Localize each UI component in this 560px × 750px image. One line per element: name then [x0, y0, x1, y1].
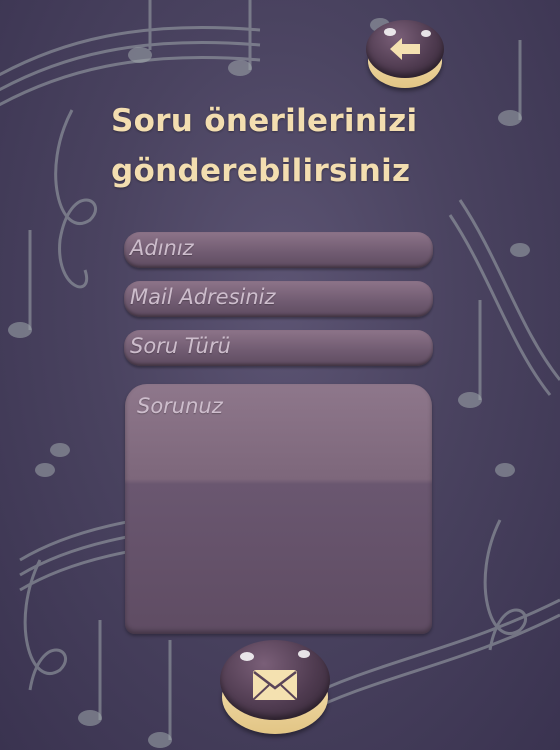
- send-button[interactable]: [220, 640, 330, 734]
- question-type-field[interactable]: Soru Türü: [124, 330, 433, 366]
- name-placeholder: Adınız: [130, 236, 194, 260]
- name-field[interactable]: Adınız: [124, 232, 433, 268]
- title-line-1: Soru önerilerinizi: [111, 103, 418, 139]
- email-placeholder: Mail Adresiniz: [130, 285, 276, 309]
- page-title: Soru önerilerinizi gönderebilirsiniz: [111, 96, 451, 196]
- question-type-placeholder: Soru Türü: [130, 334, 231, 358]
- back-button[interactable]: [366, 20, 444, 88]
- question-placeholder: Sorunuz: [137, 394, 223, 418]
- title-line-2: gönderebilirsiniz: [111, 153, 411, 189]
- arrow-left-icon: [390, 38, 420, 60]
- envelope-icon: [253, 670, 297, 700]
- email-field[interactable]: Mail Adresiniz: [124, 281, 433, 317]
- question-textarea[interactable]: Sorunuz: [125, 384, 432, 634]
